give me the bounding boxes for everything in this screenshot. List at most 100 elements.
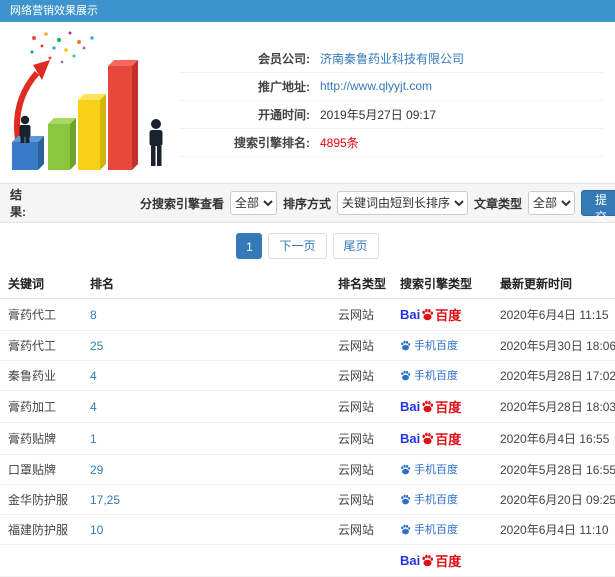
baidu-logo-cn: 百度	[435, 432, 462, 447]
mobile-baidu-icon	[401, 464, 411, 475]
baidu-logo-cn: 百度	[435, 308, 462, 323]
mobile-baidu-icon	[401, 370, 411, 381]
keyword-cell	[0, 544, 82, 577]
info-row-open-time: 开通时间: 2019年5月27日 09:17	[180, 101, 603, 129]
rank-count-value: 4895条	[320, 134, 359, 151]
engine-filter-label: 分搜索引擎查看	[139, 196, 224, 211]
person-figure-right	[149, 119, 163, 166]
table-row: 膏药加工 4 云网站 Bai 百度 2020年5月28日 18:03	[0, 390, 615, 423]
baidu-paw-icon	[422, 554, 434, 567]
rank-count-unit: 条	[346, 135, 359, 150]
result-label: 结果:	[10, 188, 26, 219]
rank-link[interactable]: 4	[90, 400, 97, 414]
baidu-paw-icon	[422, 432, 434, 445]
mobile-baidu-text: 手机百度	[414, 340, 458, 353]
rank-link[interactable]: 29	[90, 463, 103, 477]
keyword-cell: 膏药加工	[0, 390, 82, 423]
company-link[interactable]: 济南秦鲁药业科技有限公司	[320, 50, 464, 67]
filter-controls: 分搜索引擎查看 全部 排序方式 关键词由短到长排序 文章类型 全部 提交	[139, 190, 615, 224]
mobile-baidu-text: 手机百度	[414, 370, 458, 383]
table-row: 金华防护服 17,25 云网站 手机百度 2020年6月20日 09:25	[0, 484, 615, 515]
baidu-logo-cn: 百度	[435, 400, 462, 415]
pagination: 1 下一页 尾页	[0, 223, 615, 269]
baidu-logo-text: Bai	[400, 399, 421, 414]
sort-filter-select[interactable]: 关键词由短到长排序	[337, 191, 469, 215]
update-time-cell: 2020年6月4日 11:10	[492, 514, 615, 545]
submit-button[interactable]: 提交	[581, 190, 615, 224]
keyword-cell: 口罩贴牌	[0, 454, 82, 485]
rank-link[interactable]: 10	[90, 523, 103, 537]
member-info-panel: 会员公司: 济南秦鲁药业科技有限公司 推广地址: http://www.qlyy…	[180, 45, 615, 157]
mobile-baidu-text: 手机百度	[414, 464, 458, 477]
update-time-cell: 2020年5月28日 16:55	[492, 454, 615, 485]
open-time-value: 2019年5月27日 09:17	[320, 107, 437, 122]
rank-link[interactable]: 1	[90, 432, 97, 446]
rank-link[interactable]: 17,25	[90, 493, 120, 507]
baidu-logo-cn: 百度	[435, 554, 462, 569]
mobile-baidu-label: 手机百度	[400, 521, 458, 537]
open-time-label: 开通时间:	[258, 107, 310, 122]
engine-cell: Bai 百度	[392, 422, 492, 455]
keyword-cell: 金华防护服	[0, 484, 82, 515]
sort-filter-label: 排序方式	[283, 196, 332, 211]
baidu-logo: Bai 百度	[400, 429, 461, 448]
header-rank-type: 排名类型	[330, 269, 392, 299]
rank-table: 关键词 排名 排名类型 搜索引擎类型 最新更新时间 膏药代工 8 云网站 Bai…	[0, 269, 615, 577]
rank-link[interactable]: 25	[90, 339, 103, 353]
info-row-site: 推广地址: http://www.qlyyjt.com	[180, 73, 603, 101]
keyword-cell: 福建防护服	[0, 514, 82, 545]
engine-cell: 手机百度	[392, 514, 492, 545]
header-keyword: 关键词	[0, 269, 82, 299]
engine-cell: 手机百度	[392, 454, 492, 485]
baidu-logo-text: Bai	[400, 553, 421, 568]
baidu-logo: Bai 百度	[400, 397, 461, 416]
article-type-select[interactable]: 全部	[528, 191, 576, 215]
update-time-cell: 2020年5月28日 17:02	[492, 360, 615, 391]
engine-cell: Bai 百度	[392, 298, 492, 331]
engine-cell: Bai 百度	[392, 544, 492, 577]
page-header: 网络营销效果展示	[0, 0, 615, 22]
baidu-logo-text: Bai	[400, 431, 421, 446]
confetti-dots	[30, 31, 94, 68]
rank-type-cell: 云网站	[330, 454, 392, 485]
company-label: 会员公司:	[258, 51, 310, 66]
mobile-baidu-text: 手机百度	[414, 494, 458, 507]
info-row-rank-count: 搜索引擎排名: 4895条	[180, 129, 603, 157]
promotion-url-link[interactable]: http://www.qlyyjt.com	[320, 79, 432, 93]
update-time-cell: 2020年6月4日 16:55	[492, 422, 615, 455]
page-current[interactable]: 1	[236, 233, 263, 259]
baidu-logo-text: Bai	[400, 307, 421, 322]
baidu-logo: Bai 百度	[400, 305, 461, 324]
table-row: 口罩贴牌 29 云网站 手机百度 2020年5月28日 16:55	[0, 454, 615, 485]
keyword-cell: 膏药代工	[0, 298, 82, 331]
keyword-cell: 膏药贴牌	[0, 422, 82, 455]
update-time-cell: 2020年6月4日 11:15	[492, 298, 615, 331]
next-page-button[interactable]: 下一页	[268, 233, 327, 259]
rank-count-label: 搜索引擎排名:	[234, 135, 310, 150]
mobile-baidu-icon	[401, 494, 411, 505]
site-label: 推广地址:	[258, 79, 310, 94]
baidu-logo: Bai 百度	[400, 551, 461, 570]
page-title: 网络营销效果展示	[10, 5, 98, 17]
mobile-baidu-label: 手机百度	[400, 491, 458, 507]
rank-type-cell: 云网站	[330, 422, 392, 455]
mobile-baidu-label: 手机百度	[400, 337, 458, 353]
update-time-cell: 2020年5月30日 18:06	[492, 330, 615, 361]
filter-bar: 结果: 分搜索引擎查看 全部 排序方式 关键词由短到长排序 文章类型 全部 提交	[0, 183, 615, 224]
rank-link[interactable]: 4	[90, 369, 97, 383]
table-row: 秦鲁药业 4 云网站 手机百度 2020年5月28日 17:02	[0, 360, 615, 391]
engine-filter-select[interactable]: 全部	[230, 191, 277, 215]
keyword-cell: 秦鲁药业	[0, 360, 82, 391]
last-page-button[interactable]: 尾页	[332, 233, 379, 259]
engine-cell: 手机百度	[392, 330, 492, 361]
rank-type-cell: 云网站	[330, 330, 392, 361]
rank-link[interactable]: 8	[90, 308, 97, 322]
update-time-cell: 2020年6月20日 09:25	[492, 484, 615, 515]
keyword-cell: 膏药代工	[0, 330, 82, 361]
table-header-row: 关键词 排名 排名类型 搜索引擎类型 最新更新时间	[0, 269, 615, 299]
mobile-baidu-label: 手机百度	[400, 461, 458, 477]
table-row: 膏药代工 25 云网站 手机百度 2020年5月30日 18:06	[0, 330, 615, 361]
header-engine-type: 搜索引擎类型	[392, 269, 492, 299]
mobile-baidu-label: 手机百度	[400, 367, 458, 383]
table-row: 膏药贴牌 1 云网站 Bai 百度 2020年6月4日 16:55	[0, 422, 615, 455]
